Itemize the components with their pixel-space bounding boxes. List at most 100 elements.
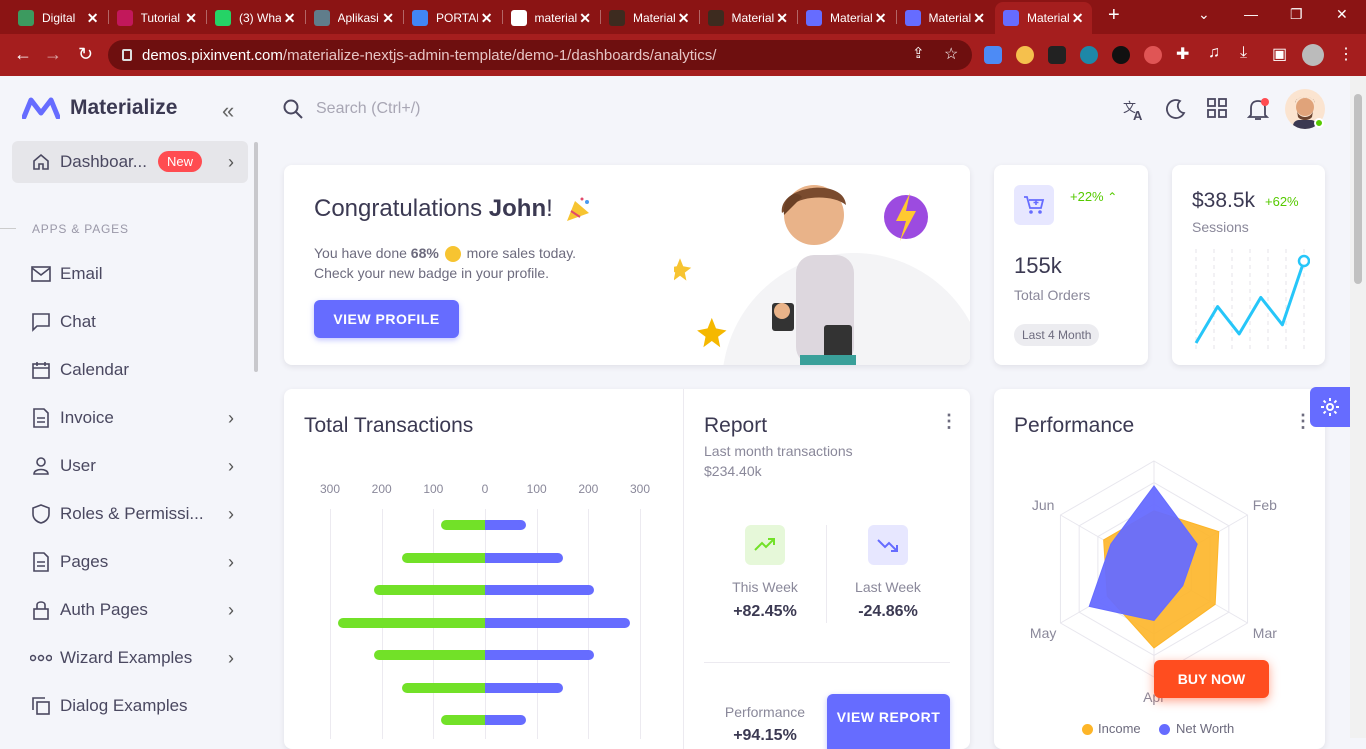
tab-search-icon[interactable]: ⌄: [1198, 6, 1210, 23]
share-icon[interactable]: ⇪: [912, 44, 925, 62]
theme-mode-icon[interactable]: [1165, 98, 1187, 120]
new-badge: New: [158, 151, 203, 172]
sidebar-item-email[interactable]: Email: [12, 253, 248, 295]
buy-now-button[interactable]: BUY NOW: [1154, 660, 1269, 698]
page-scrollbar-thumb[interactable]: [1354, 94, 1362, 284]
browser-tab[interactable]: materialize✕: [503, 2, 600, 34]
search-input[interactable]: Search (Ctrl+/): [316, 100, 420, 118]
close-tab-icon[interactable]: ✕: [776, 10, 788, 27]
view-profile-button[interactable]: VIEW PROFILE: [314, 300, 459, 338]
bar-positive: [485, 520, 527, 530]
close-tab-icon[interactable]: ✕: [1072, 10, 1084, 27]
chevron-right-icon: ›: [228, 503, 234, 524]
congratulations-card: Congratulations John! You have done 68% …: [284, 165, 970, 365]
sidebar-scrollbar[interactable]: [254, 142, 258, 372]
sidebar-item-label: Chat: [60, 312, 96, 331]
sidebar-item-dashboards[interactable]: Dashboar... New ›: [12, 141, 248, 183]
minimize-icon[interactable]: —: [1244, 6, 1258, 22]
congrats-line-1: You have done 68% more sales today.: [314, 245, 576, 263]
sessions-value: $38.5k: [1192, 189, 1256, 212]
tab-title: Digital: [42, 11, 76, 25]
side-panel-icon[interactable]: ▣: [1272, 44, 1287, 64]
sidebar-item-wizard-examples[interactable]: Wizard Examples ›: [12, 637, 248, 679]
browser-tab[interactable]: (3) WhatsApp✕: [207, 2, 304, 34]
browser-tab[interactable]: Digital ✕: [10, 2, 107, 34]
page-scrollbar[interactable]: [1350, 76, 1366, 738]
forward-icon[interactable]: →: [44, 44, 62, 65]
extension-icon[interactable]: [1048, 46, 1066, 64]
collapse-menu-icon[interactable]: «: [222, 98, 234, 124]
sidebar-item-invoice[interactable]: Invoice ›: [12, 397, 248, 439]
extension-icon[interactable]: [1112, 46, 1130, 64]
browser-tab[interactable]: PORTAL✕: [404, 2, 501, 34]
tab-separator: [698, 10, 700, 24]
new-tab-button[interactable]: +: [1108, 4, 1120, 27]
user-icon: [30, 455, 52, 477]
close-tab-icon[interactable]: ✕: [678, 10, 690, 27]
congrats-percentage: 68%: [410, 245, 439, 261]
close-tab-icon[interactable]: ✕: [382, 10, 394, 27]
extensions-puzzle-icon[interactable]: ✚: [1176, 44, 1189, 64]
view-report-button[interactable]: VIEW REPORT: [827, 694, 950, 749]
url-field[interactable]: demos.pixinvent.com/materialize-nextjs-a…: [108, 40, 972, 70]
section-divider: [0, 228, 16, 229]
bar-negative: [441, 715, 485, 725]
browser-tab[interactable]: Aplikasi ✕: [306, 2, 403, 34]
back-icon[interactable]: ←: [14, 44, 32, 65]
transactions-title: Total Transactions: [304, 414, 474, 437]
settings-gear-button[interactable]: [1310, 387, 1350, 427]
browser-tab[interactable]: Tutorial ✕: [109, 2, 206, 34]
translate-icon[interactable]: 文A: [1122, 98, 1146, 122]
tab-title: Aplikasi: [337, 11, 379, 25]
sidebar-item-calendar[interactable]: Calendar: [12, 349, 248, 391]
browser-menu-icon[interactable]: ⋮: [1338, 44, 1354, 64]
browser-tab[interactable]: Materialize✕: [897, 2, 994, 34]
search-icon[interactable]: [282, 98, 304, 120]
x-tick-label: 200: [578, 482, 599, 496]
sidebar-item-user[interactable]: User ›: [12, 445, 248, 487]
x-tick-label: 0: [481, 482, 489, 496]
react-devtools-icon[interactable]: [1080, 46, 1098, 64]
brand[interactable]: Materialize: [22, 96, 177, 120]
close-window-icon[interactable]: ✕: [1336, 6, 1348, 23]
home-icon: [30, 151, 52, 173]
browser-tab[interactable]: Materialize✕: [995, 2, 1092, 34]
reload-icon[interactable]: ↻: [78, 44, 93, 65]
sessions-line-chart: [1194, 249, 1310, 349]
extension-icon[interactable]: [1016, 46, 1034, 64]
sidebar-item-label: User: [60, 456, 96, 475]
close-tab-icon[interactable]: ✕: [481, 10, 493, 27]
close-tab-icon[interactable]: ✕: [579, 10, 591, 27]
copy-icon: [30, 695, 52, 717]
lock-icon: [122, 49, 132, 61]
more-options-icon[interactable]: ⋮: [940, 411, 958, 432]
this-week-label: This Week: [732, 579, 798, 595]
maximize-icon[interactable]: ❐: [1290, 6, 1303, 23]
sidebar-item-chat[interactable]: Chat: [12, 301, 248, 343]
notification-bell-icon[interactable]: [1247, 98, 1269, 122]
extension-icon[interactable]: [1144, 46, 1162, 64]
close-tab-icon[interactable]: ✕: [875, 10, 887, 27]
orders-change: +22% ⌃: [1070, 189, 1117, 204]
sidebar-item-auth-pages[interactable]: Auth Pages ›: [12, 589, 248, 631]
close-tab-icon[interactable]: ✕: [973, 10, 985, 27]
sidebar-item-roles[interactable]: Roles & Permissi... ›: [12, 493, 248, 535]
bookmark-star-icon[interactable]: ☆: [944, 44, 958, 64]
shortcuts-grid-icon[interactable]: [1207, 98, 1227, 118]
download-icon[interactable]: ⤓: [1240, 44, 1247, 62]
browser-tab[interactable]: Materialize✕: [601, 2, 698, 34]
tab-favicon-icon: [904, 10, 921, 26]
close-tab-icon[interactable]: ✕: [87, 10, 99, 27]
brand-logo-icon: [22, 97, 60, 119]
bar-positive: [485, 715, 527, 725]
extension-icon[interactable]: [984, 46, 1002, 64]
close-tab-icon[interactable]: ✕: [284, 10, 296, 27]
bar-positive: [485, 552, 563, 563]
sidebar-item-pages[interactable]: Pages ›: [12, 541, 248, 583]
browser-tab[interactable]: Materialize✕: [700, 2, 797, 34]
browser-tab[interactable]: Materialize✕: [798, 2, 895, 34]
close-tab-icon[interactable]: ✕: [185, 10, 197, 27]
sidebar-item-dialog-examples[interactable]: Dialog Examples: [12, 685, 248, 727]
profile-icon[interactable]: [1302, 44, 1324, 66]
media-control-icon[interactable]: ♫: [1208, 44, 1220, 62]
